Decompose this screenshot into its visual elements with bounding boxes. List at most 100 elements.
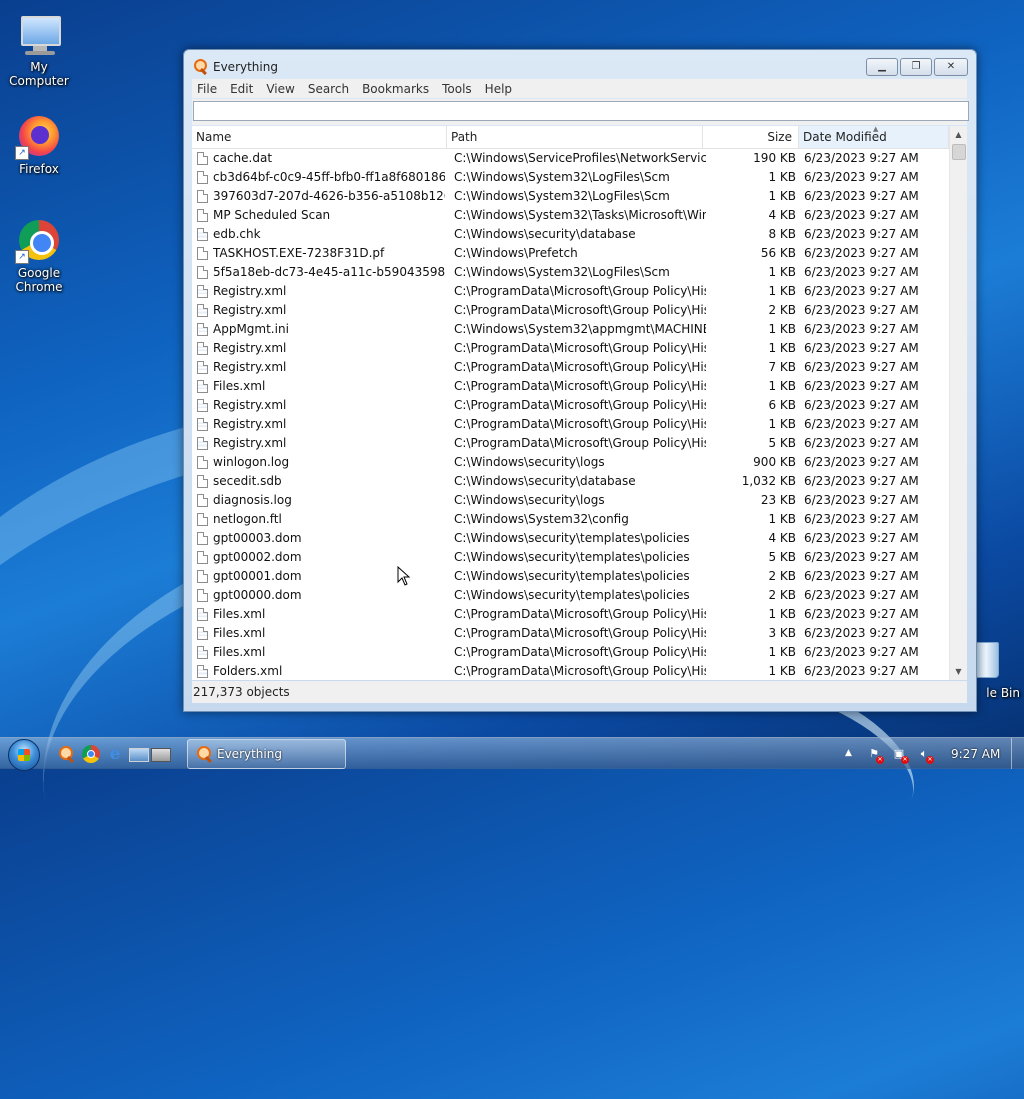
file-icon — [197, 513, 208, 526]
volume-icon[interactable]: 🔈︎ ✕ — [917, 747, 934, 764]
size-cell: 900 KB — [753, 455, 796, 469]
table-row[interactable]: cb3d64bf-c0c9-45ff-bfb0-ff1a8f680186 C:\W… — [192, 168, 949, 187]
vertical-scrollbar[interactable]: ▲ ▼ — [949, 126, 967, 680]
column-header-date-modified[interactable]: Date Modified ▲ — [799, 126, 949, 148]
path-cell: C:\Windows\ServiceProfiles\NetworkServic… — [454, 151, 706, 165]
name-cell: Files.xml — [213, 645, 266, 659]
date-cell: 6/23/2023 9:27 AM — [804, 151, 919, 165]
xml-file-icon — [197, 361, 208, 374]
everything-app-icon — [197, 746, 213, 764]
date-cell: 6/23/2023 9:27 AM — [804, 170, 919, 184]
file-icon — [197, 456, 208, 469]
file-icon — [197, 494, 208, 507]
table-row[interactable]: secedit.sdb C:\Windows\security\database 1… — [192, 472, 949, 491]
table-row[interactable]: gpt00002.dom C:\Windows\security\template… — [192, 548, 949, 567]
xml-file-icon — [197, 437, 208, 450]
screen2-icon[interactable] — [151, 748, 171, 762]
menu-edit[interactable]: Edit — [225, 82, 261, 96]
taskbar-button-everything[interactable]: Everything — [187, 739, 346, 769]
restore-icon: ❐ — [911, 61, 921, 72]
path-cell: C:\ProgramData\Microsoft\Group Policy\Hi… — [454, 284, 706, 298]
table-row[interactable]: gpt00003.dom C:\Windows\security\template… — [192, 529, 949, 548]
scroll-thumb[interactable] — [952, 144, 966, 160]
flag-icon[interactable]: ⚑ ✕ — [867, 747, 884, 764]
desktop-icon-google-chrome[interactable]: ↗ Google Chrome — [0, 216, 78, 294]
table-row[interactable]: Registry.xml C:\ProgramData\Microsoft\Gro… — [192, 301, 949, 320]
search-icon[interactable] — [58, 745, 76, 764]
file-icon — [197, 266, 208, 279]
menu-tools[interactable]: Tools — [437, 82, 480, 96]
name-cell: TASKHOST.EXE-7238F31D.pf — [213, 246, 385, 260]
table-row[interactable]: Folders.xml C:\ProgramData\Microsoft\Grou… — [192, 662, 949, 680]
table-row[interactable]: Registry.xml C:\ProgramData\Microsoft\Gro… — [192, 396, 949, 415]
date-cell: 6/23/2023 9:27 AM — [804, 284, 919, 298]
error-badge-icon: ✕ — [926, 756, 934, 764]
table-row[interactable]: gpt00000.dom C:\Windows\security\template… — [192, 586, 949, 605]
maximize-button[interactable]: ❐ — [900, 58, 932, 76]
column-header-size[interactable]: Size — [703, 126, 799, 148]
desktop-icon-firefox[interactable]: ↗ Firefox — [0, 112, 78, 176]
screen-icon[interactable] — [129, 748, 149, 762]
table-row[interactable]: Files.xml C:\ProgramData\Microsoft\Group … — [192, 643, 949, 662]
menu-search[interactable]: Search — [303, 82, 357, 96]
network-icon[interactable]: ▣ ✕ — [892, 747, 909, 764]
table-row[interactable]: Registry.xml C:\ProgramData\Microsoft\Gro… — [192, 339, 949, 358]
table-row[interactable]: diagnosis.log C:\Windows\security\logs 23 … — [192, 491, 949, 510]
start-button[interactable] — [8, 739, 40, 771]
shortcut-arrow-icon: ↗ — [15, 146, 29, 160]
file-icon — [197, 247, 208, 260]
size-cell: 5 KB — [768, 550, 796, 564]
column-header-row: Name Path Size Date Modified ▲ — [192, 126, 949, 149]
scroll-down-icon[interactable]: ▼ — [950, 663, 967, 680]
show-desktop-button[interactable] — [1011, 738, 1024, 769]
name-cell: Registry.xml — [213, 417, 287, 431]
table-row[interactable]: MP Scheduled Scan C:\Windows\System32\Tas… — [192, 206, 949, 225]
table-row[interactable]: TASKHOST.EXE-7238F31D.pf C:\Windows\Prefe… — [192, 244, 949, 263]
menu-bookmarks[interactable]: Bookmarks — [357, 82, 437, 96]
date-cell: 6/23/2023 9:27 AM — [804, 398, 919, 412]
table-row[interactable]: Registry.xml C:\ProgramData\Microsoft\Gro… — [192, 434, 949, 453]
column-header-path[interactable]: Path — [447, 126, 703, 148]
date-cell: 6/23/2023 9:27 AM — [804, 626, 919, 640]
menu-file[interactable]: File — [192, 82, 225, 96]
table-row[interactable]: Registry.xml C:\ProgramData\Microsoft\Gro… — [192, 415, 949, 434]
desktop-icon-my-computer[interactable]: My Computer — [0, 10, 78, 88]
date-cell: 6/23/2023 9:27 AM — [804, 246, 919, 260]
table-row[interactable]: Files.xml C:\ProgramData\Microsoft\Group … — [192, 377, 949, 396]
name-cell: Registry.xml — [213, 398, 287, 412]
title-bar[interactable]: Everything ▁ ❐ ✕ — [184, 50, 976, 80]
xml-file-icon — [197, 380, 208, 393]
path-cell: C:\Windows\System32\LogFiles\Scm — [454, 170, 670, 184]
tray-expand-icon[interactable]: ▲ — [845, 748, 852, 758]
table-row[interactable]: netlogon.ftl C:\Windows\System32\config 1 … — [192, 510, 949, 529]
close-button[interactable]: ✕ — [934, 58, 968, 76]
table-row[interactable]: cache.dat C:\Windows\ServiceProfiles\Netw… — [192, 149, 949, 168]
size-cell: 2 KB — [768, 303, 796, 317]
column-header-name[interactable]: Name — [192, 126, 447, 148]
file-icon — [197, 589, 208, 602]
ie-icon[interactable]: e — [106, 745, 124, 763]
table-row[interactable]: Registry.xml C:\ProgramData\Microsoft\Gro… — [192, 282, 949, 301]
table-row[interactable]: AppMgmt.ini C:\Windows\System32\appmgmt\M… — [192, 320, 949, 339]
search-input[interactable] — [193, 101, 969, 121]
minimize-button[interactable]: ▁ — [866, 58, 898, 76]
table-row[interactable]: 397603d7-207d-4626-b356-a5108b1265e7 C:\W… — [192, 187, 949, 206]
table-row[interactable]: edb.chk C:\Windows\security\database 8 KB 6… — [192, 225, 949, 244]
path-cell: C:\Windows\System32\Tasks\Microsoft\Win.… — [454, 208, 706, 222]
scroll-up-icon[interactable]: ▲ — [950, 126, 967, 143]
clock[interactable]: 9:27 AM — [951, 747, 1000, 761]
table-row[interactable]: 5f5a18eb-dc73-4e45-a11c-b59043598412 C:\W… — [192, 263, 949, 282]
table-row[interactable]: Registry.xml C:\ProgramData\Microsoft\Gro… — [192, 358, 949, 377]
table-row[interactable]: Files.xml C:\ProgramData\Microsoft\Group … — [192, 624, 949, 643]
menu-view[interactable]: View — [261, 82, 302, 96]
file-icon — [197, 532, 208, 545]
ini-file-icon — [197, 323, 208, 336]
desktop-icon-label: Google Chrome — [15, 266, 63, 294]
chrome-icon[interactable] — [82, 745, 100, 763]
table-row[interactable]: gpt00001.dom C:\Windows\security\template… — [192, 567, 949, 586]
shortcut-arrow-icon: ↗ — [15, 250, 29, 264]
table-row[interactable]: Files.xml C:\ProgramData\Microsoft\Group … — [192, 605, 949, 624]
size-cell: 3 KB — [768, 626, 796, 640]
table-row[interactable]: winlogon.log C:\Windows\security\logs 900 … — [192, 453, 949, 472]
menu-help[interactable]: Help — [480, 82, 520, 96]
